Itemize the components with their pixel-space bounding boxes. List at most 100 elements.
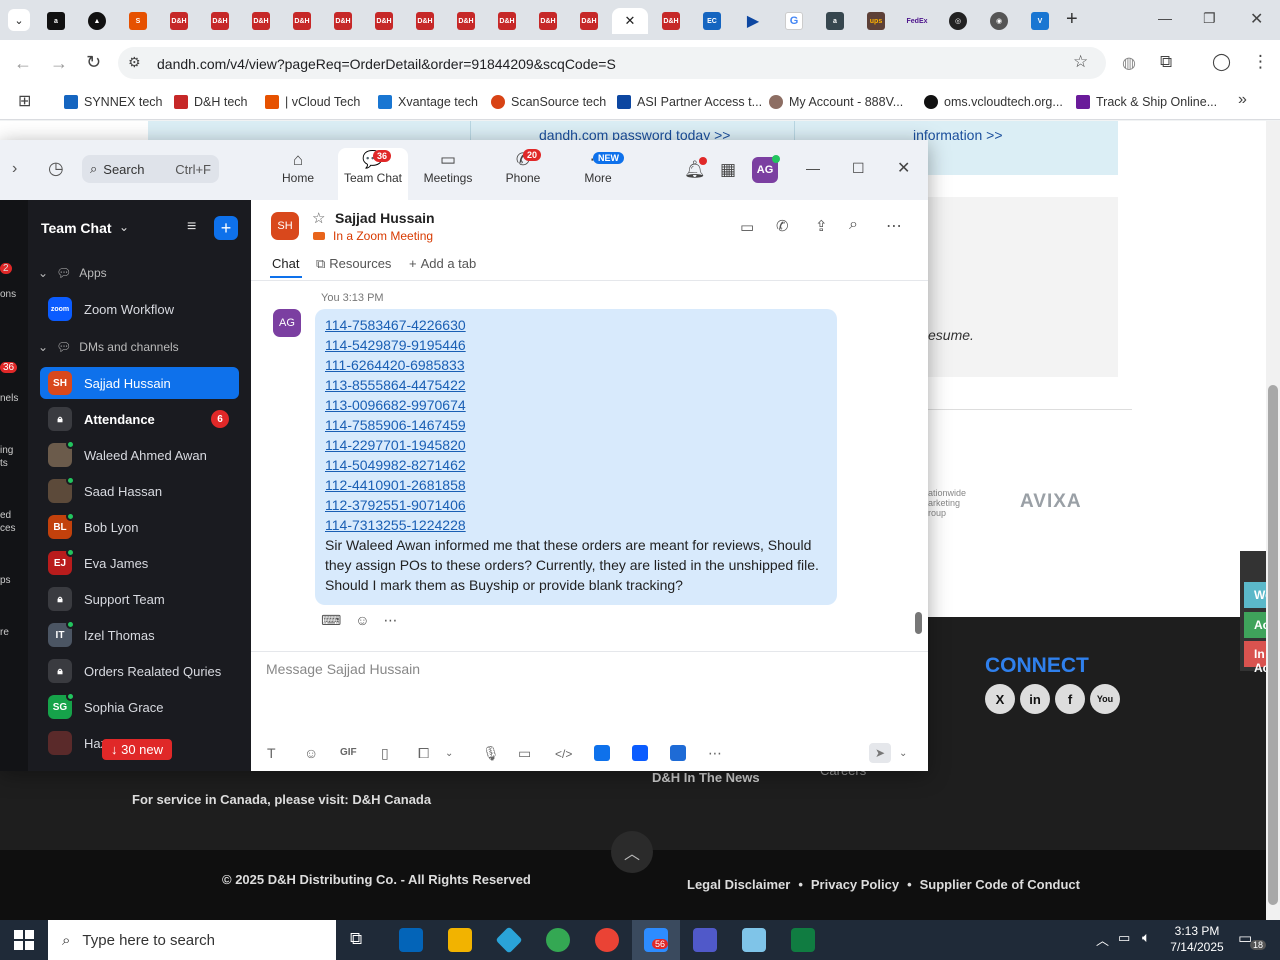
file-icon[interactable]: ▯ [381, 745, 389, 762]
sidebar-item-orders[interactable]: 🔒︎ Orders Realated Quries [40, 655, 239, 687]
brand-nationwide[interactable]: ationwide arketing roup [928, 488, 968, 518]
tab-dh-10[interactable]: D&H [530, 8, 566, 34]
side-tab-world[interactable]: Worl [1244, 582, 1266, 608]
tab-dh-3[interactable]: D&H [243, 8, 279, 34]
privacy-policy-link[interactable]: Privacy Policy [811, 877, 899, 892]
sidebar-item-attendance[interactable]: 🔒︎ Attendance 6 [40, 403, 239, 435]
teams-icon[interactable] [693, 928, 717, 952]
bookmark-asi[interactable]: ASI Partner Access t... [617, 93, 762, 111]
zoom-search-input[interactable]: ⌕ Search Ctrl+F [82, 155, 219, 183]
filter-icon[interactable]: ≡ [187, 218, 196, 236]
windows-start-icon[interactable] [14, 930, 34, 950]
apps-grid-icon[interactable]: ⊞ [18, 91, 31, 111]
menu-icon[interactable]: ⋮ [1252, 52, 1269, 72]
translate-icon[interactable]: ◍ [1122, 53, 1136, 73]
contact-avatar[interactable]: SH [271, 212, 299, 240]
sidebar-item-eva-james[interactable]: EJ Eva James [40, 547, 239, 579]
linkedin-icon[interactable]: in [1020, 684, 1050, 714]
tab-fedex[interactable]: FedEx [899, 8, 935, 34]
bookmark-fedex[interactable]: Track & Ship Online... [1076, 93, 1217, 111]
send-icon[interactable]: ➤ [869, 743, 891, 763]
tab-openai[interactable]: ◎ [940, 8, 976, 34]
bookmark-xvantage[interactable]: Xvantage tech [378, 93, 478, 111]
chrome-profile-icon[interactable] [595, 928, 619, 952]
app-icon-2[interactable] [632, 745, 648, 761]
supplier-code-link[interactable]: Supplier Code of Conduct [920, 877, 1080, 892]
emoji-icon[interactable]: ☺ [304, 745, 318, 761]
sidebar-item-zoom-workflow[interactable]: zoom Zoom Workflow [40, 293, 239, 325]
tab-search-icon[interactable]: ⌄ [8, 9, 30, 31]
share-screen-icon[interactable]: ⇪ [815, 217, 828, 235]
tab-asi[interactable]: ▶ [735, 8, 771, 34]
nav-home[interactable]: ⌂ Home [278, 149, 318, 185]
phone-call-icon[interactable]: ✆ [776, 217, 789, 235]
emoji-react-icon[interactable]: ☺ [355, 612, 369, 629]
chrome-icon[interactable] [546, 928, 570, 952]
sidebar-item-bob-lyon[interactable]: BL Bob Lyon [40, 511, 239, 543]
bookmark-vcloud[interactable]: | vCloud Tech [265, 93, 360, 111]
sidebar-item-support-team[interactable]: 🔒︎ Support Team [40, 583, 239, 615]
bookmark-dh[interactable]: D&H tech [174, 93, 248, 111]
tab-close-icon[interactable]: ✕ [625, 13, 636, 29]
tab-scansource[interactable]: S [120, 8, 156, 34]
sidebar-item-sajjad-hussain[interactable]: SH Sajjad Hussain [40, 367, 239, 399]
tab-amazon-2[interactable]: a [817, 8, 853, 34]
order-link[interactable]: 114-5429879-9195446 [325, 335, 827, 355]
tab-dh-2[interactable]: D&H [202, 8, 238, 34]
app-icon-3[interactable] [670, 745, 686, 761]
arrow-icon[interactable]: › [12, 160, 17, 178]
video-message-icon[interactable]: ▭ [518, 745, 531, 762]
taskbar-search-input[interactable]: ⌕ Type here to search [48, 920, 336, 960]
task-view-icon[interactable]: ⧉ [350, 929, 362, 949]
close-window-button[interactable]: ✕ [1250, 9, 1263, 29]
bookmark-scansource[interactable]: ScanSource tech [491, 93, 606, 111]
order-link[interactable]: 114-7313255-1224228 [325, 515, 827, 535]
chevron-down-icon[interactable]: ⌄ [119, 220, 129, 234]
tab-dh-9[interactable]: D&H [489, 8, 525, 34]
tab-dh-1[interactable]: D&H [161, 8, 197, 34]
facebook-icon[interactable]: f [1055, 684, 1085, 714]
section-apps[interactable]: ⌄ 💬︎ Apps [38, 266, 107, 280]
notepad-icon[interactable] [742, 928, 766, 952]
order-link[interactable]: 113-8555864-4475422 [325, 375, 827, 395]
microphone-icon[interactable]: 🎙︎ [482, 745, 500, 762]
tab-dh-11[interactable]: D&H [571, 8, 607, 34]
profile-icon[interactable]: ◯ [1212, 52, 1231, 72]
format-text-icon[interactable]: T [267, 745, 276, 761]
outlook-icon[interactable] [399, 928, 423, 952]
order-link[interactable]: 112-4410901-2681858 [325, 475, 827, 495]
volume-icon[interactable]: 🔈︎ [1142, 929, 1150, 946]
tab-vercel[interactable]: ▲ [79, 8, 115, 34]
reload-button[interactable]: ↻ [86, 52, 101, 73]
zoom-minimize-button[interactable]: — [806, 160, 820, 176]
new-chat-button[interactable]: + [214, 216, 238, 240]
tab-chrome[interactable]: ◉ [981, 8, 1017, 34]
tab-dh-12[interactable]: D&H [653, 8, 689, 34]
sidebar-item-sophia-grace[interactable]: SG Sophia Grace [40, 691, 239, 723]
star-icon[interactable]: ☆ [312, 209, 325, 227]
page-scrollbar-thumb[interactable] [1268, 385, 1278, 905]
file-explorer-icon[interactable] [448, 928, 472, 952]
url-text[interactable]: dandh.com/v4/view?pageReq=OrderDetail&or… [157, 56, 616, 72]
tab-dh-4[interactable]: D&H [284, 8, 320, 34]
chat-scrollbar[interactable] [915, 612, 922, 634]
nav-meetings[interactable]: ▭ Meetings [420, 149, 476, 185]
tab-google[interactable]: G [776, 8, 812, 34]
forward-button[interactable]: → [50, 53, 68, 74]
contact-name[interactable]: Sajjad Hussain [335, 210, 435, 226]
tab-vcloud[interactable]: V [1022, 8, 1058, 34]
new-messages-button[interactable]: ↓ 30 new [102, 739, 173, 760]
chevron-down-icon[interactable]: ⌄ [445, 748, 453, 759]
bookmark-oms[interactable]: oms.vcloudtech.org... [924, 93, 1063, 111]
more-bookmarks-icon[interactable]: » [1238, 91, 1247, 109]
order-link[interactable]: 114-7583467-4226630 [325, 315, 827, 335]
brand-avixa[interactable]: AVIXA [1020, 491, 1082, 513]
order-link[interactable]: 114-5049982-8271462 [325, 455, 827, 475]
scroll-top-icon[interactable]: ︿ [611, 831, 653, 873]
more-tools-icon[interactable]: ⋯ [708, 745, 722, 762]
legal-disclaimer-link[interactable]: Legal Disclaimer [687, 877, 790, 892]
excel-icon[interactable] [791, 928, 815, 952]
more-actions-icon[interactable]: ⋯ [384, 612, 398, 629]
order-link[interactable]: 112-3792551-9071406 [325, 495, 827, 515]
tab-ups[interactable]: ups [858, 8, 894, 34]
